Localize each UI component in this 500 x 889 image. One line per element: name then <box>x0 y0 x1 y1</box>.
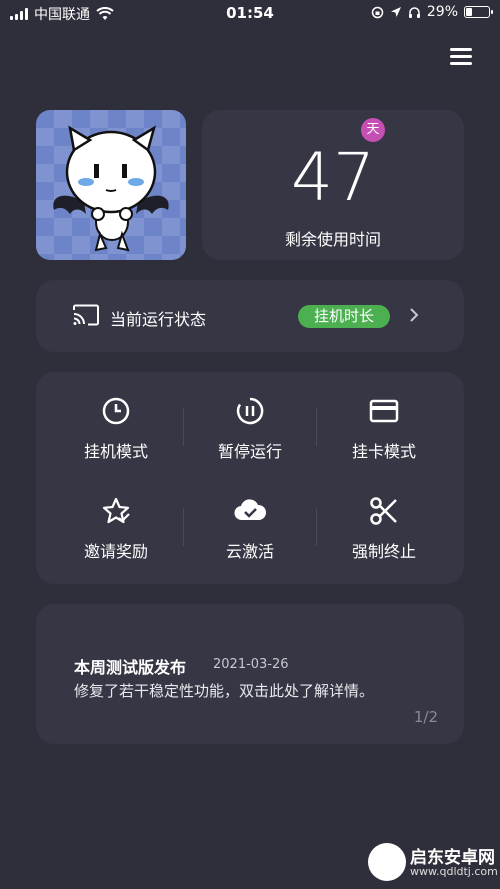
news-title: 本周测试版发布 <box>74 658 187 677</box>
remaining-days-label: 剩余使用时间 <box>284 230 381 249</box>
action-card-mode-button[interactable]: 挂卡模式 <box>314 396 454 462</box>
battery-icon <box>464 6 493 18</box>
news-body: 修复了若干稳定性功能，双击此处了解详情。 <box>74 682 375 700</box>
card-icon <box>369 399 399 423</box>
avatar[interactable] <box>36 110 186 260</box>
action-idle-mode-button[interactable]: 挂机模式 <box>46 396 186 462</box>
status-bar: 中国联通 01:54 29% <box>0 0 500 26</box>
action-cloud-activate-button[interactable]: 云激活 <box>180 496 320 562</box>
chevron-right-icon <box>410 308 419 322</box>
devil-cat-avatar-image <box>53 125 169 252</box>
remaining-days-card: 天 47 剩余使用时间 <box>202 110 464 260</box>
action-invite-reward-button[interactable]: 邀请奖励 <box>46 496 186 562</box>
action-label: 云激活 <box>225 542 274 561</box>
remaining-days-value: 47 <box>291 139 375 216</box>
news-page-indicator: 1/2 <box>413 708 438 726</box>
status-right: 29% <box>371 4 493 20</box>
run-status-card[interactable]: 当前运行状态 挂机时长 <box>36 280 464 352</box>
action-label: 挂卡模式 <box>351 442 416 461</box>
orientation-lock-icon <box>371 6 384 18</box>
menu-icon[interactable] <box>450 48 472 66</box>
clock-icon <box>102 397 130 425</box>
action-label: 邀请奖励 <box>83 542 148 561</box>
action-pause-button[interactable]: 暂停运行 <box>180 396 320 462</box>
status-badge: 挂机时长 <box>298 305 390 328</box>
location-icon <box>390 7 401 17</box>
scissors-icon <box>370 497 397 525</box>
pause-circle-icon <box>236 397 264 425</box>
watermark-url: www.qdldtj.com <box>410 865 498 878</box>
site-watermark: 启东安卓网 www.qdldtj.com <box>360 835 500 889</box>
battery-fill <box>466 8 472 16</box>
battery-percent: 29% <box>426 4 458 20</box>
action-grid: 挂机模式 暂停运行 挂卡模式 邀请奖励 云激活 强制终止 <box>36 372 464 584</box>
action-label: 暂停运行 <box>217 442 282 461</box>
cloud-check-icon <box>234 499 267 521</box>
action-force-stop-button[interactable]: 强制终止 <box>314 496 454 562</box>
watermark-logo-icon <box>368 843 406 881</box>
headphones-icon <box>408 6 420 18</box>
news-date: 2021-03-26 <box>213 657 289 672</box>
action-label: 强制终止 <box>351 542 416 561</box>
action-label: 挂机模式 <box>83 442 148 461</box>
cast-icon <box>73 304 99 326</box>
star-check-icon <box>102 497 130 524</box>
news-card[interactable]: 本周测试版发布 2021-03-26 修复了若干稳定性功能，双击此处了解详情。 … <box>36 604 464 744</box>
run-status-label: 当前运行状态 <box>110 310 207 329</box>
